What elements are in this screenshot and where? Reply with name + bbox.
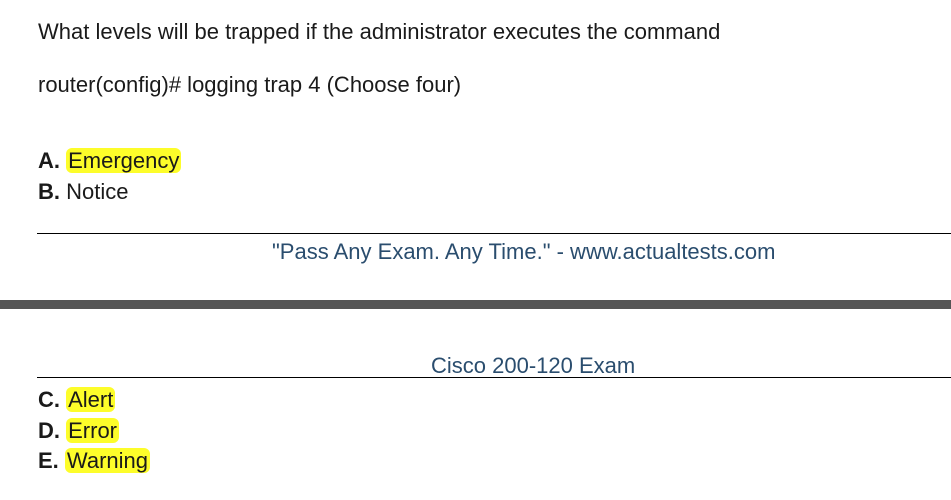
option-a: A. Emergency xyxy=(38,147,182,175)
option-e: E. Warning xyxy=(38,447,151,475)
option-text: Notice xyxy=(66,179,129,204)
option-text-highlighted: Error xyxy=(66,418,120,443)
page-header-text: Cisco 200-120 Exam xyxy=(431,353,636,378)
option-letter: C. xyxy=(38,387,60,412)
question-text-line-2: router(config)# logging trap 4 (Choose f… xyxy=(38,72,462,97)
option-b: B. Notice xyxy=(38,178,128,206)
option-letter: E. xyxy=(38,448,59,473)
option-d: D. Error xyxy=(38,417,120,445)
option-text-highlighted: Alert xyxy=(66,387,116,412)
footer-divider xyxy=(37,233,951,234)
question-text-line-1: What levels will be trapped if the admin… xyxy=(38,19,721,44)
option-letter: B. xyxy=(38,179,60,204)
header-divider xyxy=(37,377,951,378)
option-text-highlighted: Warning xyxy=(64,448,151,473)
option-c: C. Alert xyxy=(38,386,116,414)
page-footer-text: "Pass Any Exam. Any Time." - www.actualt… xyxy=(272,239,776,264)
option-text-highlighted: Emergency xyxy=(66,148,182,173)
option-letter: A. xyxy=(38,148,60,173)
option-letter: D. xyxy=(38,418,60,443)
page-break-bar xyxy=(0,300,951,309)
